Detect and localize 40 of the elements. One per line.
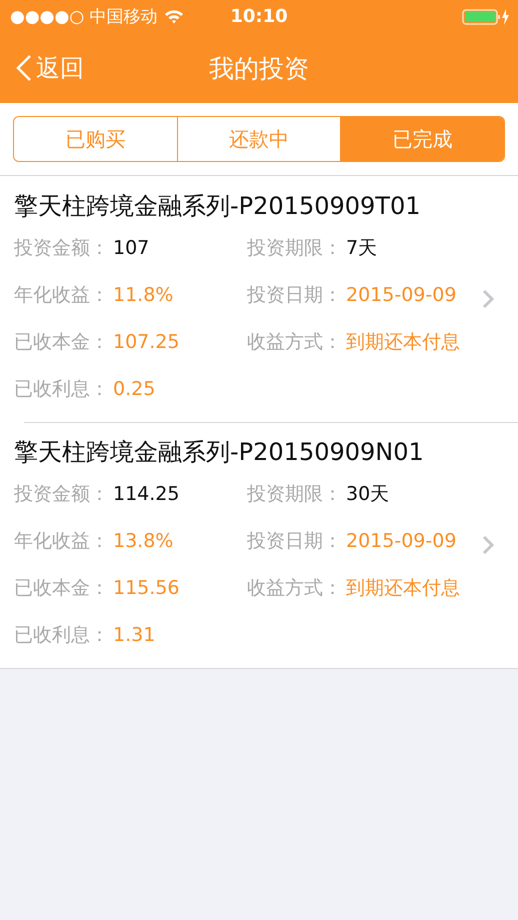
- field-label: 投资金额：: [14, 236, 109, 260]
- carrier-name: ●●●●○ 中国移动: [10, 6, 158, 28]
- field-label: 已收本金：: [14, 576, 109, 600]
- field-label: 投资日期：: [247, 528, 342, 554]
- field-value: 7天: [346, 236, 378, 260]
- field-value: 11.8%: [113, 284, 174, 306]
- field-label: 投资日期：: [247, 282, 342, 308]
- field-label: 投资金额：: [14, 482, 109, 506]
- field-value: 2015-09-09: [346, 284, 456, 306]
- field-label: 投资期限：: [247, 236, 342, 260]
- field-value: 13.8%: [113, 530, 174, 552]
- field-value: 114.25: [113, 482, 180, 504]
- field-value: 30天: [346, 482, 390, 506]
- battery-icon: [462, 8, 510, 26]
- page-title: 我的投资: [209, 52, 309, 84]
- field-value: 到期还本付息: [346, 576, 460, 600]
- field-value: 0.25: [113, 378, 156, 400]
- field-value: 1.31: [113, 624, 156, 646]
- chevron-right-icon[interactable]: [482, 289, 494, 309]
- field-label: 年化收益：: [14, 528, 109, 554]
- field-label: 已收本金：: [14, 330, 109, 354]
- back-chevron-icon: [16, 54, 32, 82]
- field-label: 已收利息：: [14, 376, 109, 402]
- field-label: 收益方式：: [247, 330, 342, 354]
- investment-title: 擎天柱跨境金融系列-P20150909T01: [14, 191, 422, 222]
- field-value: 2015-09-09: [346, 530, 456, 552]
- field-label: 已收利息：: [14, 622, 109, 648]
- back-button[interactable]: 返回: [0, 52, 84, 84]
- status-time: 10:10: [229, 6, 289, 27]
- wifi-icon: [164, 9, 184, 24]
- field-label: 投资期限：: [247, 482, 342, 506]
- field-value: 107: [113, 236, 150, 258]
- chevron-right-icon[interactable]: [482, 535, 494, 555]
- investment-title: 擎天柱跨境金融系列-P20150909N01: [14, 437, 425, 468]
- segment-tab[interactable]: 已完成: [340, 117, 504, 161]
- field-label: 收益方式：: [247, 576, 342, 600]
- field-value: 到期还本付息: [346, 330, 460, 354]
- field-value: 115.56: [113, 576, 180, 598]
- field-label: 年化收益：: [14, 282, 109, 308]
- field-value: 107.25: [113, 330, 180, 352]
